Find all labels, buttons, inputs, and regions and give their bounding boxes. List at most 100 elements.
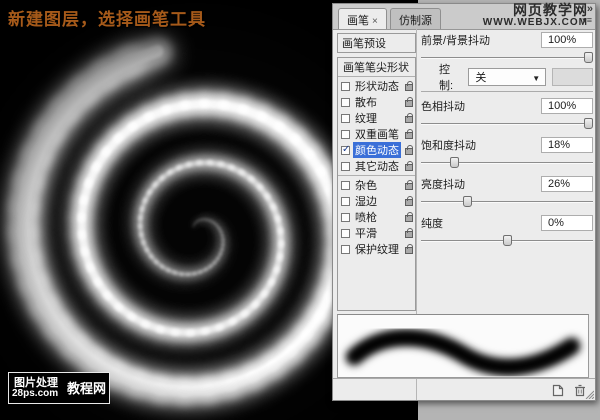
panel-tab-bar: 画笔 × 仿制源 » ▾≡ bbox=[333, 4, 595, 30]
saturation-jitter-value[interactable]: 18% bbox=[541, 137, 593, 153]
list-item-label: 纹理 bbox=[355, 113, 377, 125]
list-item-label: 颜色动态 bbox=[353, 142, 401, 158]
list-item-texture[interactable]: 纹理 bbox=[338, 110, 415, 126]
logo-suffix: 教程网 bbox=[67, 381, 107, 396]
list-item-label: 湿边 bbox=[355, 196, 377, 208]
brush-presets-item[interactable]: 画笔预设 bbox=[337, 33, 416, 53]
slider-knob[interactable] bbox=[450, 157, 460, 168]
panel-body: 画笔预设 画笔笔尖形状 形状动态 散布 纹理 双重画笔 ✓ 颜色动态 其它动态 … bbox=[333, 29, 595, 400]
brush-stroke-preview bbox=[337, 314, 589, 378]
fg-bg-jitter-slider[interactable] bbox=[421, 51, 593, 64]
color-dynamics-settings: 前景/背景抖动 100% 控制: 关 ▼ 色相抖动 100% 饱和度抖动 18%… bbox=[421, 31, 593, 250]
checkbox[interactable] bbox=[341, 244, 350, 254]
brush-presets-label: 画笔预设 bbox=[342, 38, 386, 50]
checkbox[interactable] bbox=[341, 97, 350, 107]
saturation-jitter-label: 饱和度抖动 bbox=[421, 140, 476, 152]
checkbox[interactable] bbox=[341, 81, 350, 91]
list-item-wet-edges[interactable]: 湿边 bbox=[338, 193, 415, 209]
new-brush-icon[interactable] bbox=[550, 384, 564, 397]
lock-icon[interactable] bbox=[405, 244, 413, 254]
hue-jitter-label: 色相抖动 bbox=[421, 101, 465, 113]
fg-bg-jitter-value[interactable]: 100% bbox=[541, 32, 593, 48]
purity-slider[interactable] bbox=[421, 234, 593, 247]
list-item-dual-brush[interactable]: 双重画笔 bbox=[338, 126, 415, 142]
hue-jitter-slider[interactable] bbox=[421, 117, 593, 130]
checkbox[interactable] bbox=[341, 180, 350, 190]
checkbox[interactable] bbox=[341, 129, 350, 139]
slider-track[interactable] bbox=[421, 201, 593, 203]
list-item-smoothing[interactable]: 平滑 bbox=[338, 225, 415, 241]
control-amount-disabled bbox=[552, 68, 593, 86]
list-item-label: 散布 bbox=[355, 97, 377, 109]
slider-track[interactable] bbox=[421, 123, 593, 125]
tutorial-caption: 新建图层，选择画笔工具 bbox=[8, 10, 206, 29]
list-item-airbrush[interactable]: 喷枪 bbox=[338, 209, 415, 225]
control-dropdown[interactable]: 关 ▼ bbox=[468, 68, 547, 86]
list-item-scattering[interactable]: 散布 bbox=[338, 94, 415, 110]
brightness-jitter-slider[interactable] bbox=[421, 195, 593, 208]
tab-clone-source-label: 仿制源 bbox=[399, 15, 432, 27]
list-item-brush-tip-shape[interactable]: 画笔笔尖形状 bbox=[338, 59, 415, 75]
list-item-label: 杂色 bbox=[355, 180, 377, 192]
brightness-jitter-label: 亮度抖动 bbox=[421, 179, 465, 191]
slider-knob[interactable] bbox=[463, 196, 473, 207]
logo-line2: 28ps.com bbox=[12, 388, 59, 399]
lock-icon[interactable] bbox=[405, 161, 413, 171]
saturation-jitter-slider[interactable] bbox=[421, 156, 593, 169]
panel-menu-icon[interactable]: ▾≡ bbox=[582, 16, 592, 25]
brightness-jitter-value[interactable]: 26% bbox=[541, 176, 593, 192]
checkbox[interactable] bbox=[341, 113, 350, 123]
slider-knob[interactable] bbox=[584, 52, 593, 63]
slider-knob[interactable] bbox=[584, 118, 593, 129]
list-item-label: 平滑 bbox=[355, 228, 377, 240]
control-dropdown-value: 关 bbox=[475, 72, 487, 84]
resize-grip-icon[interactable] bbox=[585, 390, 594, 399]
lock-icon[interactable] bbox=[405, 145, 413, 155]
checkbox[interactable] bbox=[341, 228, 350, 238]
list-item-shape-dynamics[interactable]: 形状动态 bbox=[338, 78, 415, 94]
list-divider bbox=[338, 175, 415, 176]
brushes-panel: 画笔 × 仿制源 » ▾≡ 画笔预设 画笔笔尖形状 形状动态 散布 纹理 双重画… bbox=[332, 3, 596, 401]
list-item-color-dynamics[interactable]: 颜色动态 bbox=[338, 142, 415, 158]
list-item-label: 保护纹理 bbox=[355, 244, 399, 256]
screenshot: 新建图层，选择画笔工具 图片处理 28ps.com 教程网 网页教学网 www.… bbox=[0, 0, 600, 420]
list-item-other-dynamics[interactable]: 其它动态 bbox=[338, 158, 415, 174]
list-item-protect-texture[interactable]: 保护纹理 bbox=[338, 241, 415, 257]
panel-corner-controls: » ▾≡ bbox=[582, 3, 593, 25]
lock-icon[interactable] bbox=[405, 196, 413, 206]
slider-track[interactable] bbox=[421, 57, 593, 59]
purity-label: 纯度 bbox=[421, 218, 443, 230]
list-item-label: 画笔笔尖形状 bbox=[343, 62, 409, 74]
lock-icon[interactable] bbox=[405, 212, 413, 222]
checkbox[interactable] bbox=[341, 196, 350, 206]
list-item-label: 双重画笔 bbox=[355, 129, 399, 141]
stroke-preview-graphic bbox=[346, 329, 580, 376]
slider-track[interactable] bbox=[421, 162, 593, 164]
28ps-logo: 图片处理 28ps.com 教程网 bbox=[8, 372, 110, 404]
lock-icon[interactable] bbox=[405, 129, 413, 139]
close-icon[interactable]: × bbox=[372, 16, 378, 27]
checkbox-checked[interactable] bbox=[341, 144, 350, 155]
lock-icon[interactable] bbox=[405, 180, 413, 190]
chevron-down-icon: ▼ bbox=[532, 74, 541, 83]
lock-icon[interactable] bbox=[405, 97, 413, 107]
purity-value[interactable]: 0% bbox=[541, 215, 593, 231]
tab-clone-source[interactable]: 仿制源 bbox=[390, 8, 441, 29]
tab-brushes-label: 画笔 bbox=[347, 15, 369, 27]
list-item-noise[interactable]: 杂色 bbox=[338, 177, 415, 193]
panel-bottom-bar bbox=[333, 378, 595, 401]
checkbox[interactable] bbox=[341, 212, 350, 222]
lock-icon[interactable] bbox=[405, 228, 413, 238]
list-divider bbox=[338, 76, 415, 77]
lock-icon[interactable] bbox=[405, 113, 413, 123]
list-item-label: 喷枪 bbox=[355, 212, 377, 224]
lock-icon[interactable] bbox=[405, 81, 413, 91]
slider-knob[interactable] bbox=[502, 235, 512, 246]
brush-options-list: 画笔笔尖形状 形状动态 散布 纹理 双重画笔 ✓ 颜色动态 其它动态 杂色 湿边… bbox=[337, 57, 416, 311]
checkbox[interactable] bbox=[341, 161, 350, 171]
list-item-label: 其它动态 bbox=[355, 161, 399, 173]
collapse-arrows-icon[interactable]: » bbox=[587, 3, 593, 15]
hue-jitter-value[interactable]: 100% bbox=[541, 98, 593, 114]
fg-bg-jitter-label: 前景/背景抖动 bbox=[421, 35, 491, 47]
tab-brushes[interactable]: 画笔 × bbox=[338, 8, 387, 29]
